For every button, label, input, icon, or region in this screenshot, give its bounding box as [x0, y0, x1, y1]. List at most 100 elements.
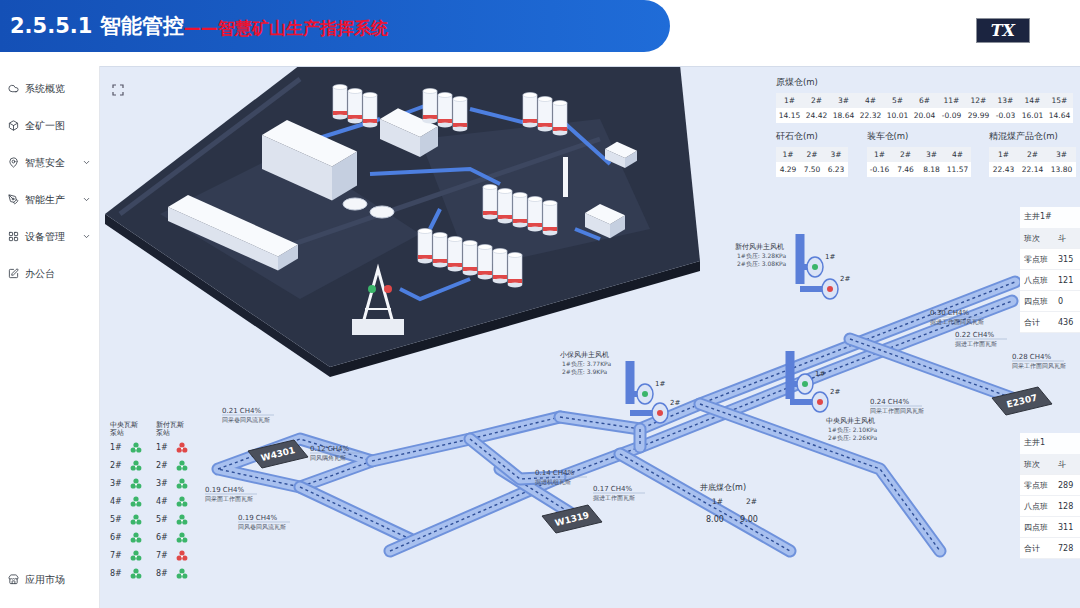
bin-label: 5#	[884, 93, 911, 108]
shaft-row: 合计436	[1020, 312, 1080, 333]
svg-text:0.30 CH4%: 0.30 CH4%	[930, 309, 969, 317]
tunnel	[390, 301, 1012, 551]
gas-reading: 0.17 CH4%掘进工作面瓦斯	[593, 485, 645, 501]
gas-reading: 0.19 CH4%回风巷回风流瓦斯	[238, 514, 290, 530]
sidebar-item[interactable]: 智慧安全	[0, 144, 99, 181]
silo	[448, 237, 462, 272]
svg-text:0.21 CH4%: 0.21 CH4%	[222, 407, 261, 415]
chevron-down-icon	[82, 158, 91, 167]
svg-text:回采工作面回风瓦斯: 回采工作面回风瓦斯	[870, 407, 924, 414]
working-face: E2307	[992, 387, 1052, 415]
silo	[363, 93, 377, 128]
bin-value: 6.23	[824, 162, 848, 177]
pump-cell: 7#	[156, 550, 198, 562]
pump-cell: 2#	[156, 460, 198, 472]
shaft-row: 四点班0	[1020, 291, 1080, 312]
fan-reading: 2#负压: 2.26KPa	[828, 434, 877, 441]
svg-text:回采面工作面瓦斯: 回采面工作面瓦斯	[205, 495, 253, 502]
menu-icon	[8, 120, 19, 131]
silo	[348, 89, 362, 124]
silo	[508, 253, 522, 288]
svg-text:1#: 1#	[825, 253, 835, 261]
bin-label: 1#	[776, 147, 800, 162]
pump-cell: 3#	[156, 478, 198, 490]
pump-cell: 4#	[110, 496, 152, 508]
bin-label: 3#	[824, 147, 848, 162]
fan-unit: 1#	[630, 380, 665, 404]
working-face: W1319	[542, 505, 602, 533]
svg-text:9.00: 9.00	[740, 515, 758, 524]
silo	[538, 97, 552, 132]
svg-text:回风巷回风流瓦斯: 回风巷回风流瓦斯	[238, 523, 286, 530]
bin-value: -0.16	[867, 162, 893, 177]
pump-fan-icon	[130, 550, 142, 562]
sidebar-item[interactable]: 办公台	[0, 255, 99, 292]
building	[380, 108, 438, 157]
silo	[453, 97, 467, 132]
menu-icon	[8, 268, 19, 279]
bin-value: 29.99	[965, 108, 992, 123]
bin-value: -0.03	[992, 108, 1019, 123]
bin-label: 3#	[1047, 147, 1076, 162]
silo	[333, 85, 347, 120]
sidebar-item[interactable]: 全矿一图	[0, 107, 99, 144]
svg-text:W4301: W4301	[260, 445, 296, 463]
body: 系统概览全矿一图智慧安全智能生产设备管理办公台应用市场 1#2#新付风井主风机1#…	[0, 66, 1080, 608]
pump-fan-icon	[130, 514, 142, 526]
silo	[498, 189, 512, 224]
gas-reading: 0.30 CH4%掘进工作面回风瓦斯	[930, 309, 984, 325]
sidebar-item[interactable]: 设备管理	[0, 218, 99, 255]
gas-reading: 0.24 CH4%回采工作面回风瓦斯	[870, 398, 924, 414]
shaft-row: 八点班121	[1020, 270, 1080, 291]
pump-station-title: 中央瓦斯泵站	[110, 421, 140, 438]
bin-label: 14#	[1019, 93, 1046, 108]
conveyor	[400, 279, 470, 299]
silo	[513, 193, 527, 228]
shaft-row: 四点班311	[1020, 517, 1080, 538]
gas-reading: 0.21 CH4%回采巷回风流瓦斯	[222, 407, 274, 423]
bin-label: 3#	[830, 93, 857, 108]
silo	[423, 89, 437, 124]
bin-value: 16.01	[1019, 108, 1046, 123]
gas-reading: 0.12 CH4%回风隅角瓦斯	[310, 445, 362, 461]
pump-cell: 1#	[110, 442, 152, 454]
bin-value: 14.64	[1046, 108, 1073, 123]
fan-reading: 1#负压: 3.28KPa	[737, 252, 786, 259]
bin-value: 11.57	[945, 162, 971, 177]
building	[585, 204, 625, 238]
sidebar-item[interactable]: 智能生产	[0, 181, 99, 218]
building	[168, 195, 298, 271]
silo	[493, 249, 507, 284]
pump-fan-icon	[130, 478, 142, 490]
fan-reading: 2#负压: 3.08KPa	[737, 260, 786, 267]
silo	[433, 233, 447, 268]
sidebar-item[interactable]: 系统概览	[0, 70, 99, 107]
shaft-row: 合计728	[1020, 538, 1080, 559]
pump-cell: 5#	[156, 514, 198, 526]
bin-value: 24.42	[803, 108, 830, 123]
shaft-table: 主井1#班次斗零点班315八点班121四点班0合计436	[1020, 207, 1080, 333]
main-fan-station: 1#2#新付风井主风机1#负压: 3.28KPa2#负压: 3.08KPa	[735, 234, 850, 299]
pump-fan-icon	[176, 532, 188, 544]
conveyor	[370, 169, 500, 184]
pump-row: 3# 3#	[110, 476, 198, 492]
title-banner: 2.5.5.1 智能管控——智慧矿山生产指挥系统	[0, 0, 670, 52]
shaft-row: 零点班289	[1020, 475, 1080, 496]
tunnel	[850, 339, 1015, 399]
svg-text:井底煤仓(m): 井底煤仓(m)	[700, 483, 746, 492]
main-fan-station: 1#2#小保风井主风机1#负压: 3.77KPa2#负压: 3.9KPa	[560, 351, 680, 423]
fan-name: 中央风井主风机	[826, 417, 875, 425]
chevron-down-icon	[82, 195, 91, 204]
fan-name: 小保风井主风机	[560, 351, 609, 359]
logo: TX	[976, 18, 1030, 43]
tunnel	[300, 487, 410, 539]
pump-cell: 1#	[156, 442, 198, 454]
bin-label: 2#	[893, 147, 919, 162]
svg-text:0.24 CH4%: 0.24 CH4%	[870, 398, 909, 406]
app-market-item[interactable]: 应用市场	[0, 561, 99, 598]
silo	[483, 185, 497, 220]
pump-cell: 3#	[110, 478, 152, 490]
silo	[543, 201, 557, 236]
chevron-down-icon	[82, 232, 91, 241]
fullscreen-button[interactable]	[112, 81, 124, 93]
